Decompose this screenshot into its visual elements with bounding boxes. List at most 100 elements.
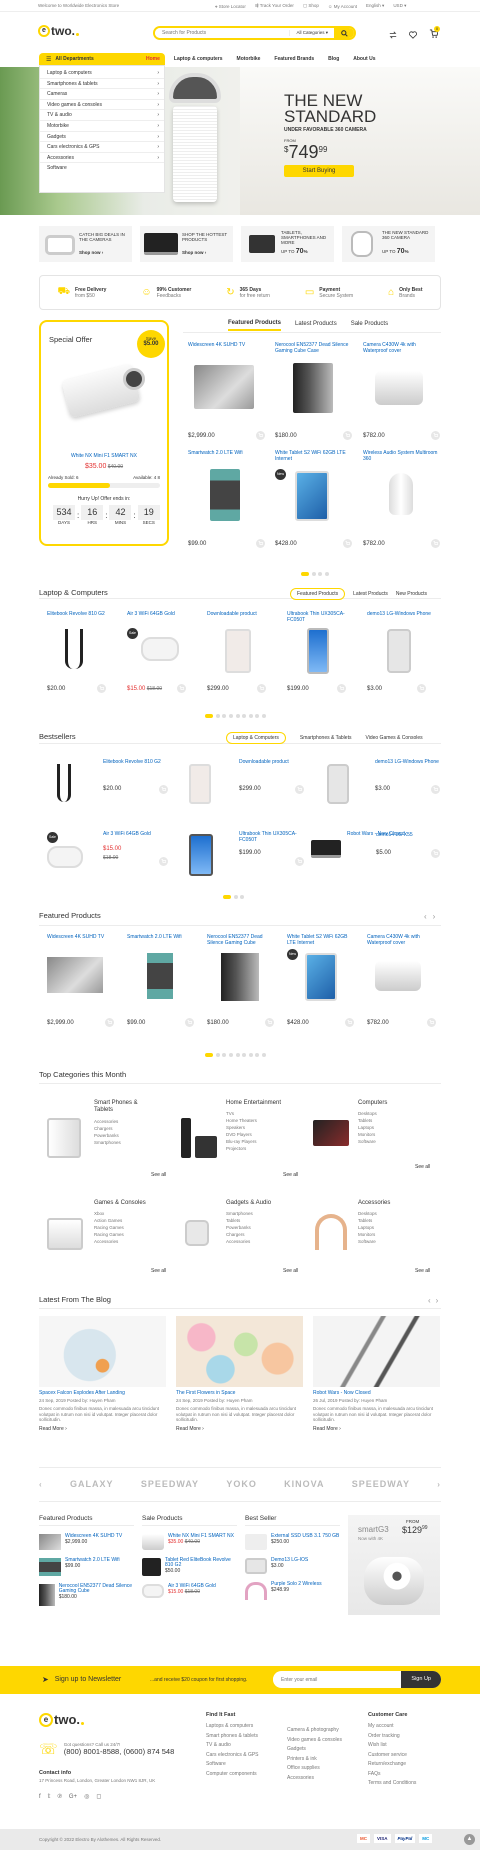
page-dot[interactable] <box>301 572 310 576</box>
footer-link[interactable]: Accessories <box>287 1774 377 1784</box>
see-all-link[interactable]: See all <box>283 1172 298 1178</box>
newsletter-signup-button[interactable]: Sign Up <box>401 1671 441 1688</box>
nav-brands[interactable]: Featured Brands <box>274 56 314 62</box>
prev-arrow-icon[interactable]: ‹ <box>424 912 427 921</box>
next-arrow-icon[interactable]: › <box>436 1296 439 1305</box>
add-to-cart-button[interactable] <box>345 1018 354 1027</box>
side-ad-banner[interactable]: smartG3 Now with 4K FROM $129 99 <box>348 1515 440 1615</box>
blog-post[interactable]: The First Flowers in Space 24 Sep, 2019 … <box>176 1316 303 1446</box>
brand-logo[interactable]: SPEEDWAY <box>352 1479 410 1489</box>
product-card[interactable]: Elitebook Revolve 810 G2 $20.00 <box>47 611 111 697</box>
bestseller-item[interactable]: Elitebook Revolve 810 G2 $20.00 <box>39 759 169 816</box>
promo-banner[interactable]: SHOP THE HOTTEST PRODUCTS Shop now › <box>140 226 233 262</box>
globe-icon[interactable]: ◎ <box>84 1793 89 1800</box>
category-card[interactable]: Computers Desktops Tablets Laptops Monitors… <box>311 1100 441 1180</box>
add-to-cart-button[interactable] <box>337 684 346 693</box>
footer-link[interactable]: FAQs <box>368 1770 440 1780</box>
store-locator-link[interactable]: ⌖ Store Locator <box>215 4 246 9</box>
language-select[interactable]: English ▾ <box>366 3 384 9</box>
prev-arrow-icon[interactable]: ‹ <box>428 1296 431 1305</box>
add-to-cart-button[interactable] <box>185 1018 194 1027</box>
tab-sale[interactable]: Sale Products <box>351 321 388 330</box>
list-item[interactable]: Tablet Red EliteBook Revolve 810 G2 $50.0… <box>142 1558 237 1576</box>
bestseller-item[interactable]: Ultrabook Thin UX305CA-FC050T $199.00 <box>175 831 305 888</box>
see-all-link[interactable]: See all <box>415 1164 430 1170</box>
read-more-link[interactable]: Read More › <box>313 1426 440 1432</box>
tab-smartphones[interactable]: Smartphones & Tablets <box>300 735 352 741</box>
promo-banner[interactable]: TABLETS, SMARTPHONES AND MORE UP TO 70% <box>241 226 334 262</box>
category-card[interactable]: Gadgets & Audio Smartphones Tablets Powerb… <box>179 1200 309 1280</box>
add-to-cart-button[interactable] <box>256 431 265 440</box>
sidebar-item[interactable]: Cars electronics & GPS › <box>40 142 164 153</box>
sidebar-item[interactable]: Smartphones & tablets › <box>40 79 164 90</box>
add-to-cart-button[interactable] <box>431 785 440 794</box>
brand-logo[interactable]: YOKO <box>226 1479 257 1489</box>
next-arrow-icon[interactable]: › <box>437 1480 441 1489</box>
footer-link[interactable]: Cars electronics & GPS <box>206 1751 296 1761</box>
sidebar-item[interactable]: Software <box>40 163 164 174</box>
blog-post[interactable]: Spacex Falcon Explodes After Landing 24 … <box>39 1316 166 1446</box>
add-to-cart-button[interactable] <box>295 785 304 794</box>
category-card[interactable]: Home Entertainment TVs Home Theaters Speak… <box>179 1100 309 1180</box>
compare-icon[interactable] <box>389 31 397 39</box>
list-item[interactable]: External SSD USB 3.1 750 GB $250.00 <box>245 1534 340 1550</box>
brand-logo[interactable]: KINOVA <box>284 1479 324 1489</box>
bestseller-item[interactable]: Sale Air 3 WiFi 64GB Gold $15.00 $18.00 <box>39 831 169 888</box>
add-to-cart-button[interactable] <box>343 431 352 440</box>
add-to-cart-button[interactable] <box>97 684 106 693</box>
cart-button[interactable]: 0 <box>429 26 440 40</box>
list-item[interactable]: Nerocool EN52377 Dead Silence Gaming Cub… <box>39 1584 134 1606</box>
product-card[interactable]: White Tablet S2 WiFi 62GB LTE Internet N… <box>275 450 353 551</box>
tab-games[interactable]: Video Games & Consoles <box>365 735 422 741</box>
page-dot[interactable] <box>325 572 330 576</box>
add-to-cart-button[interactable] <box>427 1018 436 1027</box>
track-order-link[interactable]: ⇶ Track Your Order <box>255 3 294 9</box>
nav-laptops[interactable]: Laptop & computers <box>174 56 223 62</box>
twitter-icon[interactable]: 𝕥 <box>48 1793 51 1800</box>
product-card[interactable]: Nerocool EN52377 Dead Silence Gaming Cub… <box>275 342 353 443</box>
footer-link[interactable]: Office supplies <box>287 1764 377 1774</box>
see-all-link[interactable]: See all <box>283 1268 298 1274</box>
sidebar-item[interactable]: Accessories › <box>40 153 164 164</box>
add-to-cart-button[interactable] <box>343 539 352 548</box>
list-item[interactable]: Smartwatch 2.0 LTE Wifi $99.00 <box>39 1558 134 1576</box>
list-item[interactable]: Purple Solo 2 Wireless $248.99 <box>245 1582 340 1600</box>
product-card[interactable]: Smartwatch 2.0 LTE Wifi $99.00 <box>127 934 197 1035</box>
footer-link[interactable]: Video games & consoles <box>287 1736 377 1746</box>
tab-new-products[interactable]: New Products <box>396 591 427 597</box>
bestseller-item[interactable]: Downloadable product $299.00 <box>175 759 305 816</box>
read-more-link[interactable]: Read More › <box>176 1426 303 1432</box>
product-card[interactable]: Widescreen 4K SUHD TV $2,999.00 <box>47 934 117 1035</box>
newsletter-email-input[interactable] <box>273 1672 402 1687</box>
footer-link[interactable]: Camera & photography <box>287 1726 377 1736</box>
footer-link[interactable]: Printers & ink <box>287 1755 377 1765</box>
sidebar-item[interactable]: TV & audio › <box>40 110 164 121</box>
sidebar-item[interactable]: Cameras › <box>40 89 164 100</box>
page-dot[interactable] <box>318 572 323 576</box>
list-item[interactable]: White NX Mini F1 SMART NX $35.00 $40.00 <box>142 1534 237 1550</box>
footer-link[interactable]: Smart phones & tablets <box>206 1732 296 1742</box>
tab-latest-products[interactable]: Latest Products <box>353 591 388 597</box>
list-item[interactable]: Widescreen 4K SUHD TV $2,999.00 <box>39 1534 134 1550</box>
footer-link[interactable]: Wish list <box>368 1741 440 1751</box>
product-card[interactable]: Smartwatch 2.0 LTE Wifi $99.00 <box>188 450 266 551</box>
product-card[interactable]: Widescreen 4K SUHD TV $2,999.00 <box>188 342 266 443</box>
add-to-cart-button[interactable] <box>256 539 265 548</box>
tab-latest[interactable]: Latest Products <box>295 321 337 330</box>
bestseller-item[interactable]: demo13 LG-Windows Phone $3.00 <box>311 759 441 816</box>
footer-logo[interactable]: e two. <box>39 1712 84 1727</box>
instagram-icon[interactable]: ◻ <box>96 1793 101 1800</box>
add-to-cart-button[interactable] <box>431 539 440 548</box>
page-dot[interactable] <box>311 572 316 576</box>
product-card[interactable]: Downloadable product $299.00 <box>207 611 271 697</box>
product-card[interactable]: White Tablet S2 WiFi 62GB LTE Internet N… <box>287 934 357 1035</box>
add-to-cart-button[interactable] <box>177 684 186 693</box>
nav-blog[interactable]: Blog <box>328 56 339 62</box>
hero-cta-button[interactable]: Start Buying <box>284 165 354 177</box>
add-to-cart-button[interactable] <box>265 1018 274 1027</box>
nav-home[interactable]: Home <box>146 56 160 62</box>
footer-link[interactable]: Terms and Conditions <box>368 1779 440 1789</box>
wishlist-icon[interactable] <box>409 30 417 39</box>
footer-link[interactable]: Laptops & computers <box>206 1722 296 1732</box>
search-input[interactable] <box>155 28 290 38</box>
